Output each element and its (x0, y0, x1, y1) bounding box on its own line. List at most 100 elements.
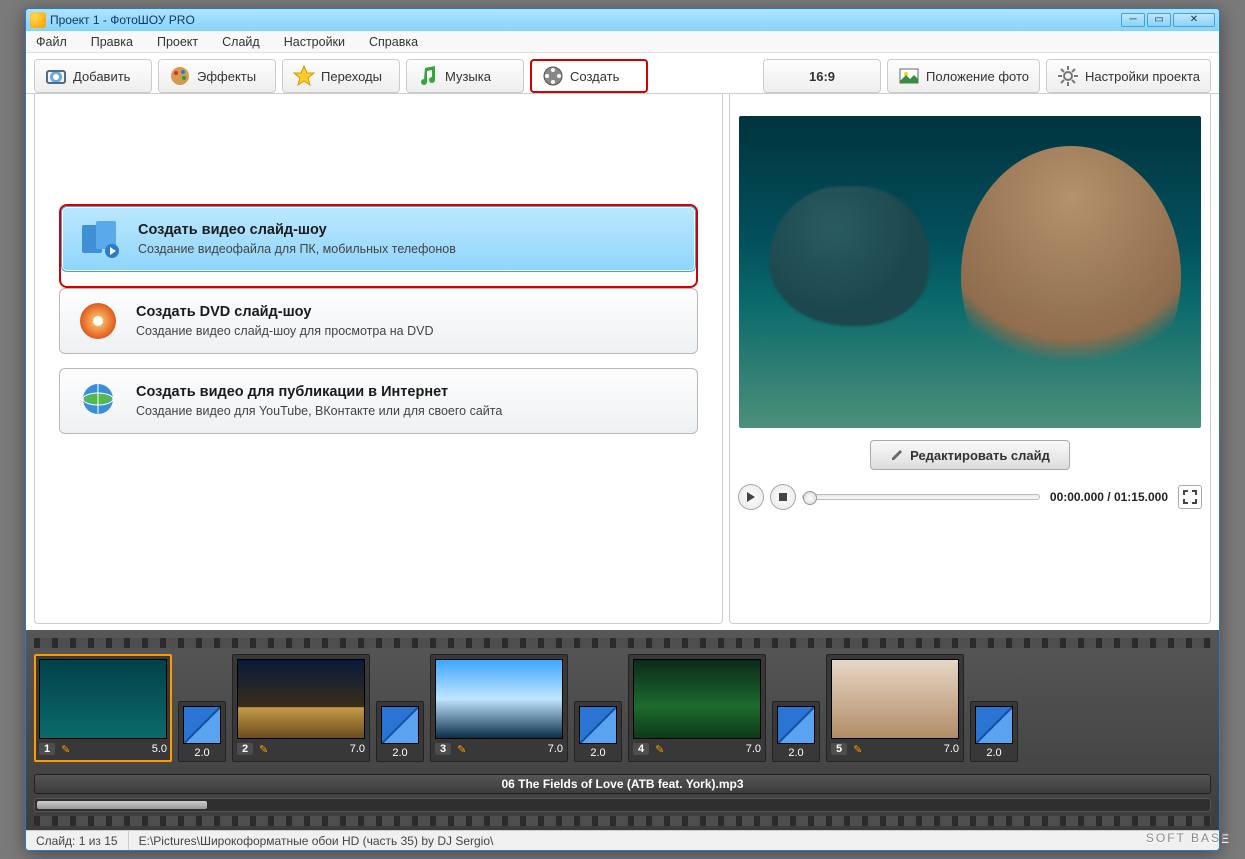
photo-icon (898, 65, 920, 87)
tab-transitions[interactable]: Переходы (282, 59, 400, 93)
create-internet-desc: Создание видео для YouTube, ВКонтакте ил… (136, 404, 502, 418)
slide-duration: 7.0 (350, 743, 365, 755)
titlebar[interactable]: Проект 1 - ФотоШОУ PRO ─ ▭ ✕ (26, 9, 1219, 31)
pencil-icon[interactable]: ✎ (457, 743, 466, 756)
transition-duration: 2.0 (788, 747, 803, 759)
create-video-desc: Создание видеофайла для ПК, мобильных те… (138, 242, 456, 256)
reel-icon (542, 65, 564, 87)
audio-filename: 06 The Fields of Love (ATB feat. York).m… (501, 777, 743, 791)
fullscreen-button[interactable] (1178, 485, 1202, 509)
pencil-icon[interactable]: ✎ (853, 743, 862, 756)
transition-icon (975, 706, 1013, 744)
palette-icon (169, 65, 191, 87)
minimize-button[interactable]: ─ (1121, 13, 1145, 27)
tab-create[interactable]: Создать (530, 59, 648, 93)
globe-icon (76, 379, 120, 423)
create-video-slideshow-card[interactable]: Создать видео слайд-шоу Создание видеофа… (61, 206, 696, 272)
slide-thumb (435, 659, 563, 739)
menu-file[interactable]: Файл (34, 33, 69, 51)
timeline: 1✎5.0 2.0 2✎7.0 2.0 3✎7.0 2.0 4✎7.0 2.0 … (26, 630, 1219, 830)
playback-slider[interactable] (802, 494, 1040, 500)
menu-project[interactable]: Проект (155, 33, 200, 51)
playback-handle[interactable] (803, 491, 817, 505)
transition-1[interactable]: 2.0 (178, 701, 226, 762)
aspect-ratio-button[interactable]: 16:9 (763, 59, 881, 93)
camera-icon (45, 65, 67, 87)
slide-duration: 7.0 (746, 743, 761, 755)
timeline-slide-1[interactable]: 1✎5.0 (34, 654, 172, 762)
slide-thumb (831, 659, 959, 739)
menu-edit[interactable]: Правка (89, 33, 135, 51)
slide-number: 3 (435, 743, 451, 755)
scrollbar-thumb[interactable] (37, 801, 207, 809)
timeline-slide-4[interactable]: 4✎7.0 (628, 654, 766, 762)
tab-effects[interactable]: Эффекты (158, 59, 276, 93)
maximize-button[interactable]: ▭ (1147, 13, 1171, 27)
tab-transitions-label: Переходы (321, 69, 382, 84)
ribbon: Добавить Эффекты Переходы Музыка Создать… (26, 53, 1219, 94)
gear-icon (1057, 65, 1079, 87)
transition-4[interactable]: 2.0 (772, 701, 820, 762)
playbar: 00:00.000 / 01:15.000 (738, 484, 1202, 510)
playback-time: 00:00.000 / 01:15.000 (1050, 490, 1168, 504)
tab-effects-label: Эффекты (197, 69, 256, 84)
create-internet-video-card[interactable]: Создать видео для публикации в Интернет … (59, 368, 698, 434)
main-area: Создать видео слайд-шоу Создание видеофа… (26, 94, 1219, 630)
slide-thumb (633, 659, 761, 739)
audio-track[interactable]: 06 The Fields of Love (ATB feat. York).m… (34, 774, 1211, 794)
close-button[interactable]: ✕ (1173, 13, 1215, 27)
film-edge-bottom (34, 816, 1211, 826)
aspect-ratio-label: 16:9 (809, 69, 835, 84)
create-pane: Создать видео слайд-шоу Создание видеофа… (34, 94, 723, 624)
preview-image (739, 116, 1201, 428)
slide-number: 1 (39, 743, 55, 755)
transition-icon (579, 706, 617, 744)
transition-3[interactable]: 2.0 (574, 701, 622, 762)
create-dvd-slideshow-card[interactable]: Создать DVD слайд-шоу Создание видео сла… (59, 288, 698, 354)
menu-settings[interactable]: Настройки (282, 33, 347, 51)
pencil-icon[interactable]: ✎ (259, 743, 268, 756)
edit-slide-label: Редактировать слайд (910, 448, 1050, 463)
create-internet-title: Создать видео для публикации в Интернет (136, 384, 502, 400)
create-dvd-title: Создать DVD слайд-шоу (136, 304, 434, 320)
slide-duration: 7.0 (944, 743, 959, 755)
edit-slide-button[interactable]: Редактировать слайд (870, 440, 1070, 470)
slide-number: 2 (237, 743, 253, 755)
create-dvd-desc: Создание видео слайд-шоу для просмотра н… (136, 324, 434, 338)
timeline-slide-5[interactable]: 5 ✎ 7.0 (826, 654, 964, 762)
tab-music[interactable]: Музыка (406, 59, 524, 93)
create-video-title: Создать видео слайд-шоу (138, 222, 456, 238)
status-path: E:\Pictures\Широкоформатные обои HD (час… (129, 831, 1219, 850)
slide-number: 5 (831, 743, 847, 755)
star-icon (293, 65, 315, 87)
transition-duration: 2.0 (590, 747, 605, 759)
transition-duration: 2.0 (392, 747, 407, 759)
photo-position-label: Положение фото (926, 69, 1029, 84)
pencil-icon[interactable]: ✎ (655, 743, 664, 756)
project-settings-button[interactable]: Настройки проекта (1046, 59, 1211, 93)
menu-slide[interactable]: Слайд (220, 33, 262, 51)
pencil-icon[interactable]: ✎ (61, 743, 70, 756)
tab-add-label: Добавить (73, 69, 130, 84)
statusbar: Слайд: 1 из 15 E:\Pictures\Широкоформатн… (26, 830, 1219, 850)
tab-add[interactable]: Добавить (34, 59, 152, 93)
app-icon (30, 12, 46, 28)
timeline-slide-3[interactable]: 3✎7.0 (430, 654, 568, 762)
transition-5[interactable]: 2.0 (970, 701, 1018, 762)
play-button[interactable] (738, 484, 764, 510)
timeline-slide-2[interactable]: 2 ✎ 7.0 (232, 654, 370, 762)
menu-help[interactable]: Справка (367, 33, 420, 51)
menubar: Файл Правка Проект Слайд Настройки Справ… (26, 31, 1219, 53)
stop-button[interactable] (770, 484, 796, 510)
watermark: SOFT BASE (1146, 831, 1231, 845)
filmstrip-icon (78, 217, 122, 261)
project-settings-label: Настройки проекта (1085, 69, 1200, 84)
timeline-scrollbar[interactable] (34, 798, 1211, 812)
transition-2[interactable]: 2.0 (376, 701, 424, 762)
tab-create-label: Создать (570, 69, 619, 84)
app-window: Проект 1 - ФотоШОУ PRO ─ ▭ ✕ Файл Правка… (25, 8, 1220, 851)
window-title: Проект 1 - ФотоШОУ PRO (50, 13, 195, 27)
transition-icon (777, 706, 815, 744)
photo-position-button[interactable]: Положение фото (887, 59, 1040, 93)
dvd-icon (76, 299, 120, 343)
